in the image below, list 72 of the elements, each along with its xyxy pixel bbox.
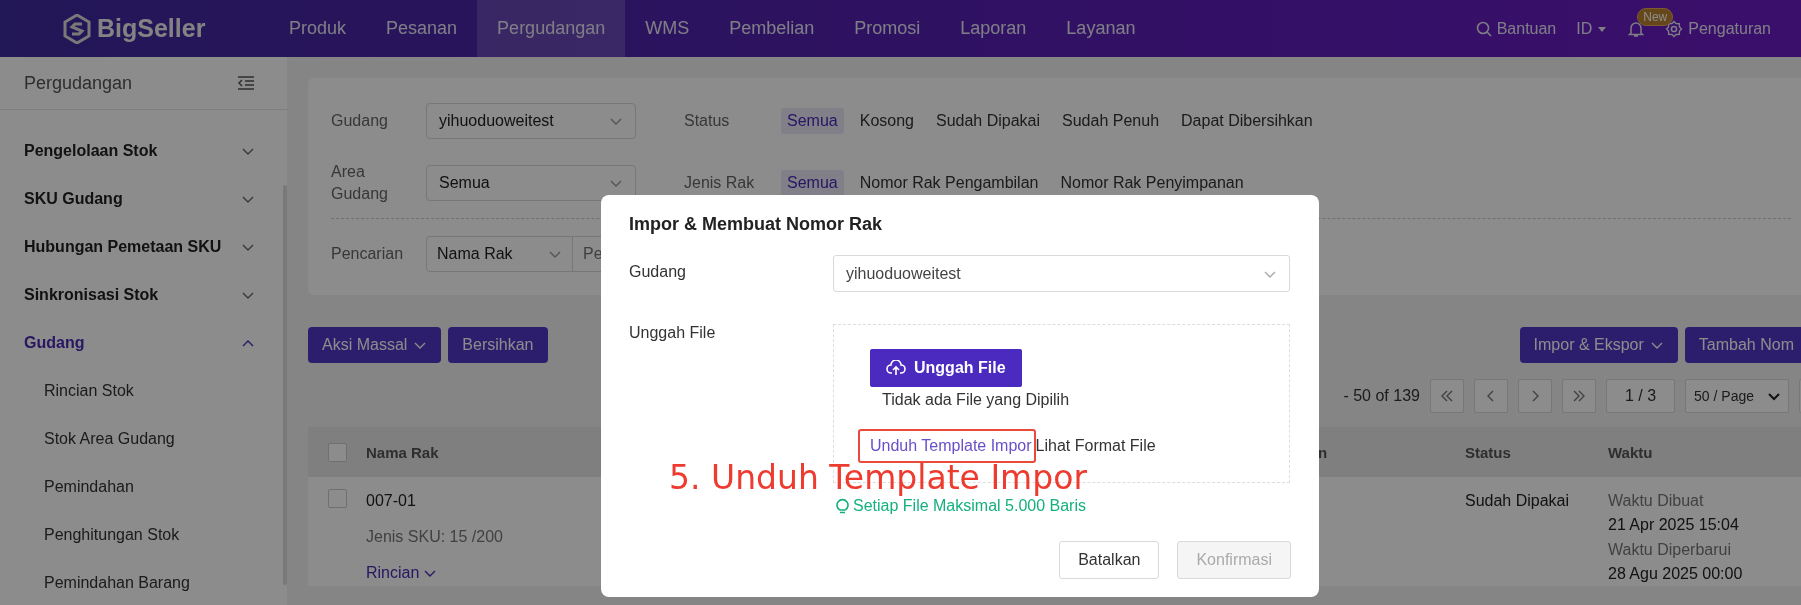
column-header: Waktu [1608,443,1653,461]
filter-label: Jenis Rak [684,174,756,192]
page-nav-button[interactable] [1517,379,1552,413]
column-header: Nama Rak [366,443,439,461]
action-button[interactable]: Tambah Nom [1684,327,1801,363]
filter-label: Gudang [331,111,389,131]
search-icon [1475,20,1492,37]
action-button[interactable]: Bersihkan [448,327,548,363]
pagination-range: - 50 of 139 [1343,387,1420,405]
help-link[interactable]: Bantuan [1475,19,1557,38]
dialog-title: Impor & Membuat Nomor Rak [629,214,884,235]
bell-icon[interactable] [1627,19,1646,38]
table-cell: Sudah Dipakai [1465,492,1570,509]
caret-icon [1597,24,1608,33]
page-nav-button[interactable] [1429,379,1464,413]
filter-label: Area Gudang [331,162,389,204]
no-file-text: Tidak ada File yang Dipilih [882,391,1071,409]
page-nav-button[interactable] [1561,379,1596,413]
nav-tab[interactable]: Laporan [940,0,1047,57]
nav-tab[interactable]: Layanan [1046,0,1156,57]
nav-tab[interactable]: Produk [269,0,367,57]
chevron-down-icon [1768,390,1780,402]
view-format-link[interactable]: Lihat Format File [1035,437,1156,455]
field-label: Unggah File [629,324,716,342]
language-selector[interactable]: ID [1576,19,1608,38]
nav-tab[interactable]: Pesanan [366,0,478,57]
filter-option[interactable]: Nomor Rak Penyimpanan [1054,170,1250,196]
checkbox[interactable] [327,442,347,462]
filter-label: Status [684,112,731,130]
rack-name: 007-01 [366,491,416,511]
time-label: Waktu Dibuat [1608,491,1704,511]
hint-text: Setiap File Maksimal 5.000 Baris [853,497,1086,515]
filter-option[interactable]: Dapat Dibersihkan [1175,108,1319,134]
filter-option[interactable]: Sudah Penuh [1056,108,1166,134]
field-label: Gudang [629,262,686,281]
annotation-text: 5. Unduh Template Impor [669,458,1087,497]
logo-icon [63,13,91,44]
settings-icon [1665,19,1684,38]
sidebar-item[interactable]: Pengelolaan Stok [0,127,287,175]
filter-option[interactable]: Semua [781,170,844,196]
nav-tab[interactable]: Promosi [834,0,941,57]
filter-option[interactable]: Sudah Dipakai [929,108,1047,134]
column-header: n [1318,443,1328,461]
filter-label: Pencarian [331,244,405,264]
page-indicator[interactable]: 1 / 3 [1605,379,1676,413]
collapse-menu-icon[interactable] [237,75,255,91]
brand-logo: BigSeller [97,14,206,43]
time-label: Waktu Diperbarui [1608,540,1731,560]
download-template-link[interactable]: Unduh Template Impor [870,437,1032,455]
filter-option[interactable]: Kosong [853,108,920,134]
select-field[interactable]: yihuoduoweitest [426,103,636,139]
new-badge: New [1637,7,1674,26]
sku-count: Jenis SKU: 15 /200 [366,527,503,547]
lightbulb-icon [836,497,849,515]
cloud-upload-icon [886,360,906,376]
page-size-select[interactable]: 50 / Page [1685,379,1789,413]
action-button[interactable]: Aksi Massal [308,327,442,363]
select-field[interactable]: yihuoduoweitest [833,255,1290,292]
filter-option[interactable]: Nomor Rak Pengambilan [853,170,1045,196]
checkbox[interactable] [327,489,347,508]
table-cell-text: 28 Agu 2025 00:00 [1608,564,1743,584]
page-nav-button[interactable] [1473,379,1508,413]
nav-tab[interactable]: WMS [625,0,710,57]
column-header: Status [1465,443,1511,461]
action-button[interactable]: Impor & Ekspor [1519,327,1678,363]
details-link[interactable]: Rincian [366,561,438,585]
sidebar-title: Pergudangan [24,72,133,94]
table-cell-text: 21 Apr 2025 15:04 [1608,515,1739,535]
dialog-button[interactable]: Batalkan [1059,541,1160,579]
nav-tab[interactable]: Pembelian [709,0,835,57]
upload-button[interactable]: Unggah File [870,349,1022,387]
filter-option[interactable]: Semua [781,108,844,134]
